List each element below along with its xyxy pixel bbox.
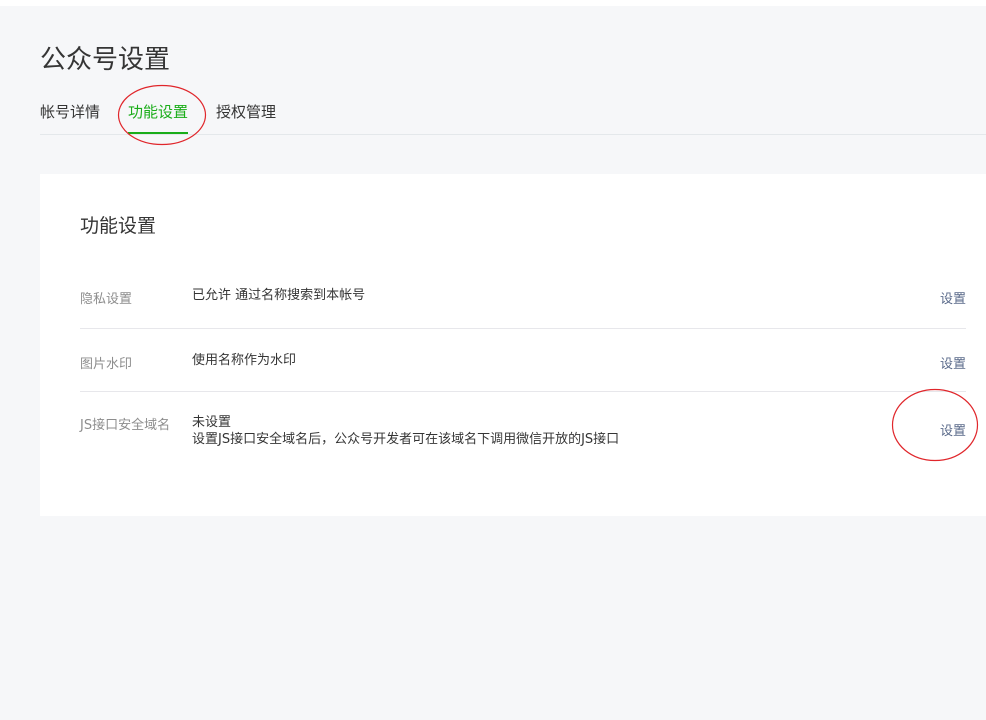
card-title: 功能设置 bbox=[80, 215, 157, 237]
watermark-settings-link[interactable]: 设置 bbox=[940, 353, 966, 372]
top-strip bbox=[0, 0, 986, 6]
tab-function-settings[interactable]: 功能设置 bbox=[128, 96, 189, 134]
row-label: 图片水印 bbox=[80, 357, 133, 372]
row-value: 未设置 bbox=[192, 415, 232, 430]
row-value: 已允许 通过名称搜索到本帐号 bbox=[192, 288, 366, 303]
row-label: JS接口安全域名 bbox=[80, 418, 171, 433]
privacy-settings-link[interactable]: 设置 bbox=[940, 288, 966, 307]
settings-card: 功能设置 隐私设置 已允许 通过名称搜索到本帐号 设置 图片水印 使用名称作为水… bbox=[40, 174, 986, 516]
row-label: 隐私设置 bbox=[80, 292, 133, 307]
settings-row-privacy: 隐私设置 已允许 通过名称搜索到本帐号 设置 bbox=[80, 264, 966, 329]
tab-bar: 帐号详情 功能设置 授权管理 bbox=[40, 96, 986, 135]
js-domain-settings-link[interactable]: 设置 bbox=[940, 420, 966, 439]
page-title: 公众号设置 bbox=[40, 45, 171, 75]
tab-authorization-management[interactable]: 授权管理 bbox=[216, 96, 276, 132]
row-description: 设置JS接口安全域名后，公众号开发者可在该域名下调用微信开放的JS接口 bbox=[192, 432, 620, 447]
row-value-block: 未设置 设置JS接口安全域名后，公众号开发者可在该域名下调用微信开放的JS接口 bbox=[192, 414, 619, 448]
tab-account-details[interactable]: 帐号详情 bbox=[40, 96, 100, 132]
row-value: 使用名称作为水印 bbox=[192, 353, 297, 368]
settings-row-js-domain: JS接口安全域名 未设置 设置JS接口安全域名后，公众号开发者可在该域名下调用微… bbox=[80, 392, 966, 472]
settings-row-watermark: 图片水印 使用名称作为水印 设置 bbox=[80, 329, 966, 392]
